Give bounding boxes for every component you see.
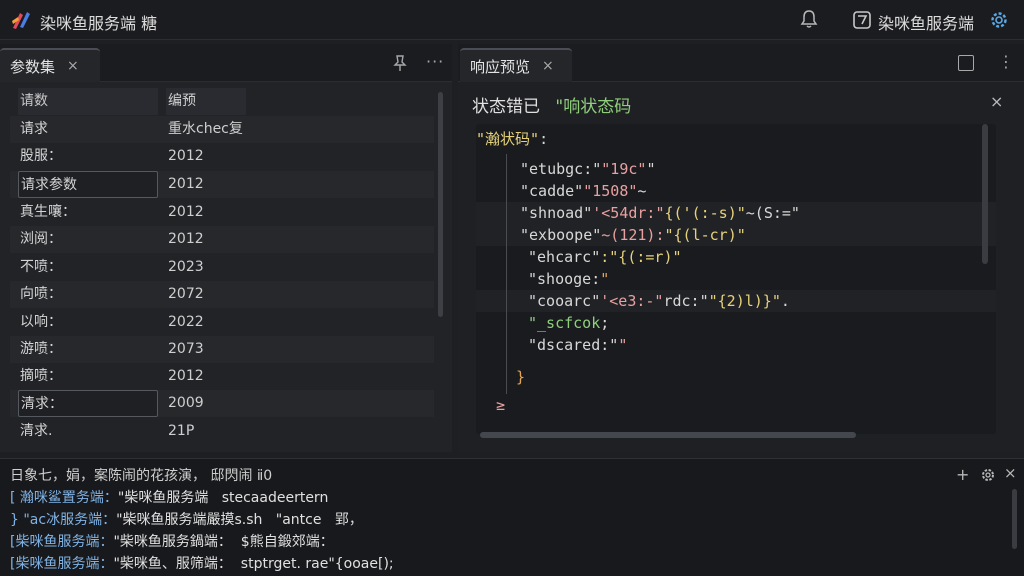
- param-name: 以响：: [20, 314, 62, 330]
- close-icon[interactable]: ×: [990, 92, 1003, 111]
- table-row[interactable]: 清求： 2009: [10, 390, 434, 417]
- table-row[interactable]: 请求参数 2012: [10, 171, 434, 198]
- status-value: "响状态码: [555, 97, 632, 117]
- app-logo-icon: [853, 11, 871, 29]
- param-value: 2009: [168, 395, 204, 411]
- parameter-panel: 请数 编预 请求 重水chec复 股服： 2012 请求参数 2012 真生嚷：…: [0, 82, 452, 452]
- param-name: 摘喷：: [20, 368, 62, 384]
- close-icon[interactable]: ×: [67, 58, 79, 74]
- bell-icon[interactable]: [798, 8, 820, 30]
- param-name: 游喷：: [20, 341, 62, 357]
- log-line: } "ac冰服务端："柴咪鱼服务端嚴摸s.sh "antce 郢，: [10, 512, 363, 528]
- table-row[interactable]: 股服： 2012: [10, 143, 434, 170]
- table-row[interactable]: 游喷： 2073: [10, 336, 434, 363]
- param-value: 2022: [168, 314, 204, 330]
- gear-icon[interactable]: [980, 467, 996, 483]
- left-tab-bar: 参数集 × ···: [0, 44, 452, 82]
- response-panel: 状态错已 "响状态码 × "瀚状码": "etubgc:""19c"" "cad…: [458, 82, 1024, 452]
- close-icon[interactable]: ×: [1004, 464, 1017, 482]
- close-icon[interactable]: ×: [542, 58, 554, 74]
- split-view-icon[interactable]: [958, 55, 974, 71]
- status-line: 状态错已 "响状态码: [472, 92, 631, 117]
- code-line: }: [516, 368, 526, 386]
- app-title: 染咪鱼服务端 糖: [40, 14, 158, 33]
- param-value: 2073: [168, 341, 204, 357]
- status-label: 状态错已: [472, 97, 540, 117]
- param-value: 2072: [168, 286, 204, 302]
- param-name[interactable]: 请求参数: [18, 171, 158, 198]
- console-header: 日象七，娟，案陈闹的花孩演， 邸閃闹 ⅱ0: [10, 468, 273, 484]
- param-name: 请求: [20, 121, 48, 137]
- table-row[interactable]: 不喷： 2023: [10, 254, 434, 281]
- param-value: 重水chec复: [168, 121, 243, 137]
- log-line: [ 瀚咪鲨置务端："柴咪鱼服务端 stecaadeertern: [10, 490, 329, 506]
- log-line: [柴咪鱼服务端："柴咪鱼服务鍋端： $熊自鍛郊端：: [10, 534, 334, 550]
- code-line: "shooge:": [528, 270, 610, 288]
- app-logo-icon: [12, 12, 30, 29]
- more-icon[interactable]: ⋮: [998, 52, 1014, 71]
- param-name: 股服：: [20, 148, 62, 164]
- title-bar: 染咪鱼服务端 糖 染咪鱼服务端: [0, 0, 1024, 40]
- right-tab-bar: 响应预览 × ⋮: [458, 44, 1024, 82]
- param-value: 21P: [168, 423, 195, 439]
- code-line: "ehcarc":"{(:=r)": [528, 248, 682, 266]
- param-name: 清求.: [20, 423, 53, 439]
- table-header: 请数 编预: [10, 88, 434, 115]
- param-name: 向喷：: [20, 286, 62, 302]
- more-icon[interactable]: ···: [426, 52, 444, 71]
- table-row[interactable]: 浏阅： 2012: [10, 226, 434, 253]
- param-name: 不喷：: [20, 259, 62, 275]
- scrollbar[interactable]: [1012, 489, 1017, 549]
- column-header[interactable]: 编预: [166, 88, 246, 115]
- table-row[interactable]: 以响： 2022: [10, 309, 434, 336]
- tab-parameter-set[interactable]: 参数集 ×: [0, 48, 100, 82]
- tab-response-preview[interactable]: 响应预览 ×: [460, 48, 572, 82]
- param-value: 2023: [168, 259, 204, 275]
- table-row[interactable]: 摘喷： 2012: [10, 363, 434, 390]
- plus-icon[interactable]: +: [956, 465, 969, 484]
- param-value: 2012: [168, 204, 204, 220]
- code-line: ≥: [496, 396, 506, 414]
- param-value: 2012: [168, 148, 204, 164]
- param-name: 浏阅：: [20, 231, 62, 247]
- param-value: 2012: [168, 368, 204, 384]
- param-name[interactable]: 清求：: [18, 390, 158, 417]
- indent-guide: [506, 154, 507, 394]
- code-line: "dscared:"": [528, 336, 628, 354]
- table-row[interactable]: 清求. 21P: [10, 418, 434, 445]
- tab-label: 参数集: [10, 57, 56, 76]
- code-line: "exboope"~(121):"{(l-cr)": [520, 226, 746, 244]
- table-row[interactable]: 请求 重水chec复: [10, 116, 434, 143]
- param-name: 真生嚷：: [20, 204, 76, 220]
- scrollbar[interactable]: [438, 92, 443, 317]
- vertical-scrollbar[interactable]: [982, 124, 988, 264]
- code-line: "瀚状码":: [476, 130, 549, 148]
- param-value: 2012: [168, 231, 204, 247]
- horizontal-scrollbar[interactable]: [480, 432, 856, 438]
- account-name[interactable]: 染咪鱼服务端: [878, 10, 974, 34]
- table-row[interactable]: 真生嚷： 2012: [10, 199, 434, 226]
- gear-icon[interactable]: [988, 9, 1010, 31]
- console-panel: 日象七，娟，案陈闹的花孩演， 邸閃闹 ⅱ0 + × [ 瀚咪鲨置务端："柴咪鱼服…: [0, 458, 1024, 576]
- json-viewer[interactable]: "瀚状码": "etubgc:""19c"" "cadde""1508"~ "s…: [476, 124, 996, 438]
- param-value: 2012: [168, 176, 204, 192]
- code-line: "_scfcok;: [528, 314, 610, 332]
- log-line: [柴咪鱼服务端："柴咪鱼、服筛端： stptrget. rae"{ooae[);: [10, 556, 394, 572]
- table-row[interactable]: 向喷： 2072: [10, 281, 434, 308]
- code-line: "shnoad"'<54dr:"{('(:-s)"~(S:=": [520, 204, 800, 222]
- tab-label: 响应预览: [470, 57, 531, 76]
- column-header[interactable]: 请数: [18, 88, 158, 115]
- code-line: "cooarc"'<e3:-"rdc:""{2)l)}".: [528, 292, 790, 310]
- code-line: "etubgc:""19c"": [520, 160, 656, 178]
- pin-icon[interactable]: [392, 54, 408, 72]
- code-line: "cadde""1508"~: [520, 182, 647, 200]
